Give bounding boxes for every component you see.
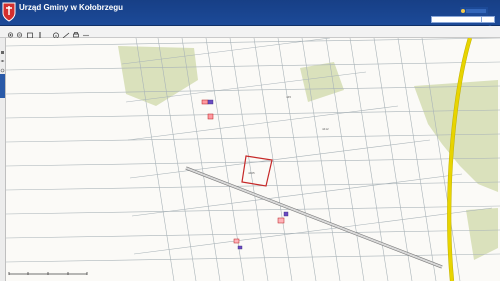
- measure-icon[interactable]: [62, 27, 70, 39]
- map-application: Urząd Gminy w Kołobrzegu 4405 4412 445: [0, 0, 500, 281]
- building-icon: [207, 113, 214, 120]
- scale-bar: [8, 272, 88, 275]
- building-icon: [277, 217, 285, 224]
- building-icon: [201, 99, 209, 105]
- building-icon: [283, 211, 289, 217]
- parcel-label: 4412: [322, 127, 329, 131]
- zoom-out-icon[interactable]: [16, 27, 24, 38]
- forest-area: [466, 208, 498, 260]
- print-icon[interactable]: [72, 27, 80, 38]
- layers-panel-tab[interactable]: [0, 74, 5, 98]
- layers-icon[interactable]: [0, 51, 5, 62]
- map-toolbar: [0, 26, 500, 39]
- forest-area: [118, 46, 198, 106]
- parcel-label: 445: [286, 95, 291, 99]
- coat-of-arms-icon: [2, 2, 16, 22]
- search-input[interactable]: [431, 16, 487, 23]
- road-main: [185, 167, 443, 268]
- parcel-lines: [6, 38, 500, 281]
- identify-icon[interactable]: [52, 27, 60, 39]
- site-title: Urząd Gminy w Kołobrzegu: [19, 3, 124, 12]
- pan-icon[interactable]: [36, 27, 44, 39]
- legend-icon[interactable]: [0, 42, 5, 54]
- status-bar: [0, 267, 500, 281]
- building-icon: [237, 245, 243, 250]
- header-bar: Urząd Gminy w Kołobrzegu: [0, 0, 500, 30]
- zoom-in-icon[interactable]: [7, 27, 15, 38]
- settings-icon[interactable]: [0, 60, 5, 73]
- more-icon[interactable]: [82, 27, 90, 37]
- map-canvas[interactable]: 4405 4412 445: [6, 38, 500, 281]
- building-icon: [233, 238, 240, 244]
- building-icon: [207, 99, 214, 105]
- map-svg[interactable]: 4405 4412 445: [6, 38, 500, 281]
- parcel-label: 4405: [248, 171, 255, 175]
- full-extent-icon[interactable]: [26, 27, 34, 39]
- search-button[interactable]: [481, 16, 495, 30]
- emapa-logo-icon: [460, 7, 488, 15]
